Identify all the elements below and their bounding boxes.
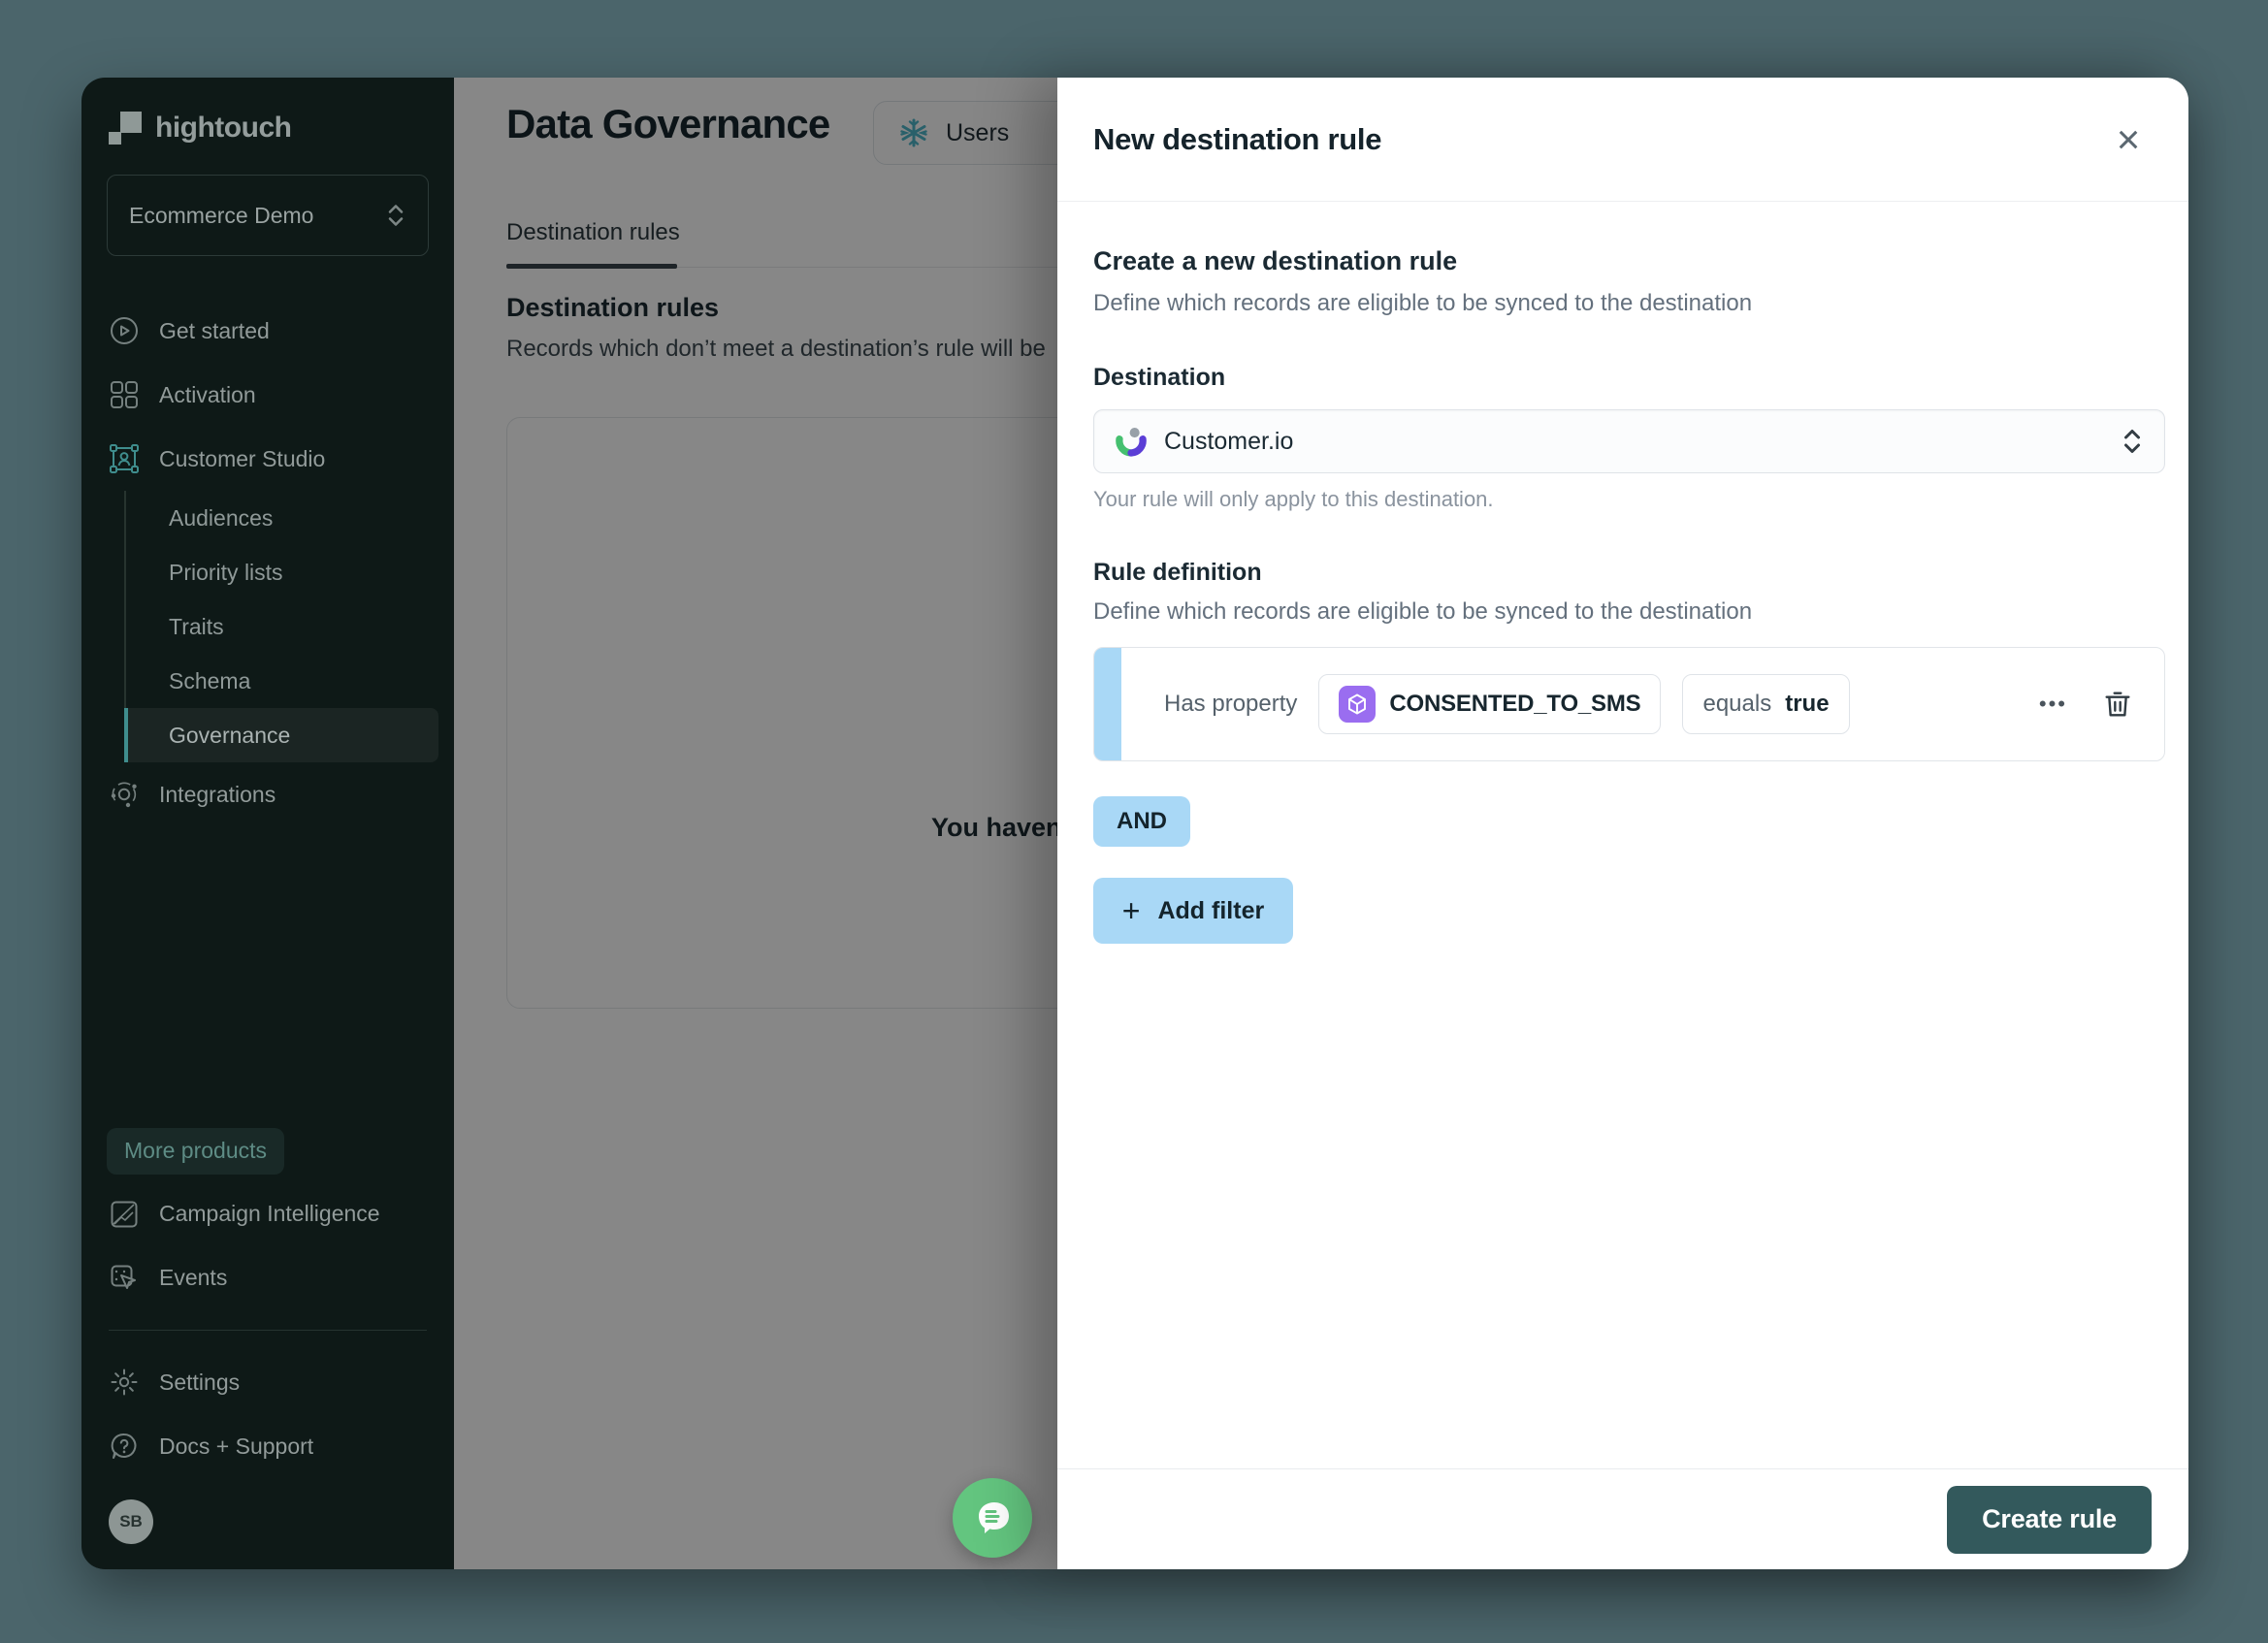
destination-select-value: Customer.io — [1164, 428, 1293, 456]
property-name: CONSENTED_TO_SMS — [1389, 691, 1640, 718]
filter-more-options-icon[interactable]: ••• — [2039, 692, 2067, 717]
sidebar-item-label: Customer Studio — [159, 446, 325, 472]
sidebar-item-events[interactable]: Events — [97, 1246, 438, 1310]
sidebar-item-label: Priority lists — [169, 560, 283, 586]
destination-helper-text: Your rule will only apply to this destin… — [1093, 487, 2165, 512]
workspace-selector[interactable]: Ecommerce Demo — [107, 175, 429, 256]
create-rule-button[interactable]: Create rule — [1947, 1486, 2152, 1554]
property-cube-icon — [1339, 686, 1376, 723]
sidebar: hightouch Ecommerce Demo Get started — [81, 78, 454, 1569]
cursor-click-icon — [109, 1263, 140, 1294]
hightouch-logo-icon — [109, 112, 142, 145]
add-filter-button[interactable]: + Add filter — [1093, 878, 1293, 944]
help-bubble-icon — [109, 1431, 140, 1462]
workspace-name: Ecommerce Demo — [129, 203, 313, 229]
filter-condition-card: Has property CONSENTED_TO_SMS equals tru… — [1093, 647, 2165, 761]
filter-prefix-text: Has property — [1164, 691, 1297, 718]
modal-body: Create a new destination rule Define whi… — [1093, 202, 2165, 944]
chevron-updown-icon — [385, 203, 406, 228]
sidebar-item-label: Activation — [159, 382, 256, 408]
sidebar-item-label: Audiences — [169, 505, 273, 532]
customer-studio-icon — [109, 443, 140, 474]
sidebar-item-label: Schema — [169, 668, 250, 694]
sidebar-item-governance[interactable]: Governance — [124, 708, 438, 762]
sidebar-item-label: Events — [159, 1265, 227, 1291]
modal-header: New destination rule × — [1057, 78, 2188, 202]
customerio-logo-icon — [1116, 426, 1147, 457]
sidebar-item-settings[interactable]: Settings — [97, 1350, 438, 1414]
sidebar-item-traits[interactable]: Traits — [124, 599, 438, 654]
close-icon[interactable]: × — [2105, 116, 2152, 163]
hightouch-logo-text: hightouch — [155, 112, 291, 145]
sidebar-item-label: Campaign Intelligence — [159, 1201, 380, 1227]
rule-definition-description: Define which records are eligible to be … — [1093, 598, 2165, 626]
modal-heading: Create a new destination rule — [1093, 246, 2165, 276]
activation-grid-icon — [109, 379, 140, 410]
sidebar-item-integrations[interactable]: Integrations — [97, 762, 438, 826]
customer-studio-submenu: Audiences Priority lists Traits Schema G… — [124, 491, 438, 762]
more-products-text: More products — [124, 1138, 267, 1164]
sidebar-item-customer-studio[interactable]: Customer Studio — [97, 427, 438, 491]
hightouch-logo: hightouch — [97, 107, 438, 149]
sidebar-item-label: Governance — [169, 723, 290, 749]
chat-launcher-button[interactable] — [953, 1478, 1032, 1558]
destination-select[interactable]: Customer.io — [1093, 409, 2165, 473]
sidebar-item-priority-lists[interactable]: Priority lists — [124, 545, 438, 599]
operator-label: equals — [1702, 691, 1771, 718]
screen: hightouch Ecommerce Demo Get started — [0, 0, 2268, 1643]
filter-group-indicator — [1094, 648, 1121, 760]
operator-button[interactable]: equals true — [1682, 674, 1849, 734]
gear-icon — [109, 1367, 140, 1398]
sidebar-item-activation[interactable]: Activation — [97, 363, 438, 427]
play-circle-icon — [109, 315, 140, 346]
sidebar-item-label: Integrations — [159, 782, 275, 808]
destination-field-label: Destination — [1093, 364, 2165, 392]
and-connector-badge[interactable]: AND — [1093, 796, 1190, 847]
modal-title: New destination rule — [1093, 122, 1381, 157]
modal-subheading: Define which records are eligible to be … — [1093, 290, 2165, 317]
add-filter-label: Add filter — [1157, 897, 1264, 925]
new-destination-rule-modal: New destination rule × Create a new dest… — [1057, 78, 2188, 1569]
sidebar-divider — [109, 1330, 427, 1332]
avatar[interactable]: SB — [109, 1499, 153, 1544]
delete-filter-icon[interactable] — [2100, 687, 2135, 722]
property-selector-button[interactable]: CONSENTED_TO_SMS — [1318, 674, 1661, 734]
more-products-label: More products — [107, 1128, 284, 1175]
sidebar-item-audiences[interactable]: Audiences — [124, 491, 438, 545]
integrations-orbit-icon — [109, 779, 140, 810]
sidebar-item-label: Settings — [159, 1369, 240, 1396]
sidebar-item-docs-support[interactable]: Docs + Support — [97, 1414, 438, 1478]
avatar-initials: SB — [119, 1512, 143, 1531]
sidebar-item-label: Docs + Support — [159, 1434, 313, 1460]
operator-value: true — [1785, 691, 1829, 718]
plus-icon: + — [1122, 895, 1141, 926]
chevron-updown-icon — [2122, 427, 2143, 456]
chart-image-icon — [109, 1199, 140, 1230]
rule-definition-label: Rule definition — [1093, 559, 2165, 587]
sidebar-item-get-started[interactable]: Get started — [97, 299, 438, 363]
modal-footer: Create rule — [1057, 1468, 2188, 1569]
sidebar-item-campaign-intelligence[interactable]: Campaign Intelligence — [97, 1182, 438, 1246]
sidebar-item-label: Get started — [159, 318, 270, 344]
sidebar-item-schema[interactable]: Schema — [124, 654, 438, 708]
sidebar-item-label: Traits — [169, 614, 224, 640]
chat-bubble-icon — [971, 1497, 1014, 1539]
